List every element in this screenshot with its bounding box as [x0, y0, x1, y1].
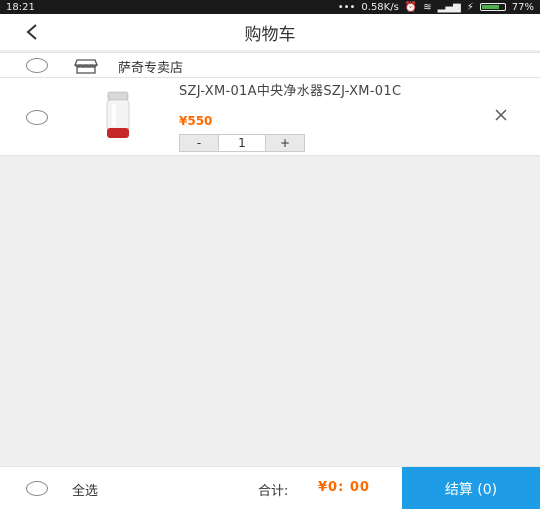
status-time: 18:21: [6, 1, 35, 13]
back-arrow-icon[interactable]: [22, 20, 42, 44]
shop-select-radio[interactable]: [26, 58, 48, 73]
status-bar: 18:21 ••• 0.58K/s ⏰ ≋ ▂▄▆ ⚡ 77%: [0, 0, 540, 14]
item-select-radio[interactable]: [26, 110, 48, 125]
decrease-button[interactable]: -: [180, 135, 218, 151]
signal-icon: ▂▄▆: [437, 1, 461, 13]
battery-fill: [481, 5, 499, 9]
cart-item: SZJ-XM-01A中央净水器SZJ-XM-01C ¥550 - 1 +: [0, 78, 540, 156]
product-name[interactable]: SZJ-XM-01A中央净水器SZJ-XM-01C: [179, 84, 449, 99]
network-speed: 0.58K/s: [361, 1, 399, 13]
more-dots-icon: •••: [337, 1, 356, 13]
charging-icon: ⚡: [466, 1, 474, 13]
battery-icon: [479, 3, 506, 11]
shop-row: 萨奇专卖店: [0, 52, 540, 78]
status-right: ••• 0.58K/s ⏰ ≋ ▂▄▆ ⚡ 77%: [338, 2, 534, 13]
close-icon[interactable]: [494, 108, 508, 122]
quantity-value[interactable]: 1: [218, 135, 266, 151]
select-all-radio[interactable]: [26, 481, 48, 496]
total-label: 合计:: [258, 484, 289, 499]
cart-footer: 全选 合计: ¥0: 00 结算 (0): [0, 466, 540, 509]
alarm-icon: ⏰: [404, 1, 418, 13]
store-icon: [74, 59, 98, 74]
total-value: ¥0: 00: [318, 480, 370, 495]
checkout-button[interactable]: 结算 (0): [402, 467, 540, 509]
page-title: 购物车: [244, 24, 296, 45]
increase-button[interactable]: +: [266, 135, 304, 151]
product-price: ¥550: [179, 114, 213, 128]
app-header: 购物车: [0, 14, 540, 50]
select-all-label[interactable]: 全选: [72, 480, 98, 499]
quantity-stepper: - 1 +: [179, 134, 305, 152]
product-image[interactable]: [100, 90, 136, 144]
shop-name[interactable]: 萨奇专卖店: [118, 57, 183, 76]
wifi-icon: ≋: [423, 1, 432, 13]
battery-percent: 77%: [511, 1, 534, 13]
